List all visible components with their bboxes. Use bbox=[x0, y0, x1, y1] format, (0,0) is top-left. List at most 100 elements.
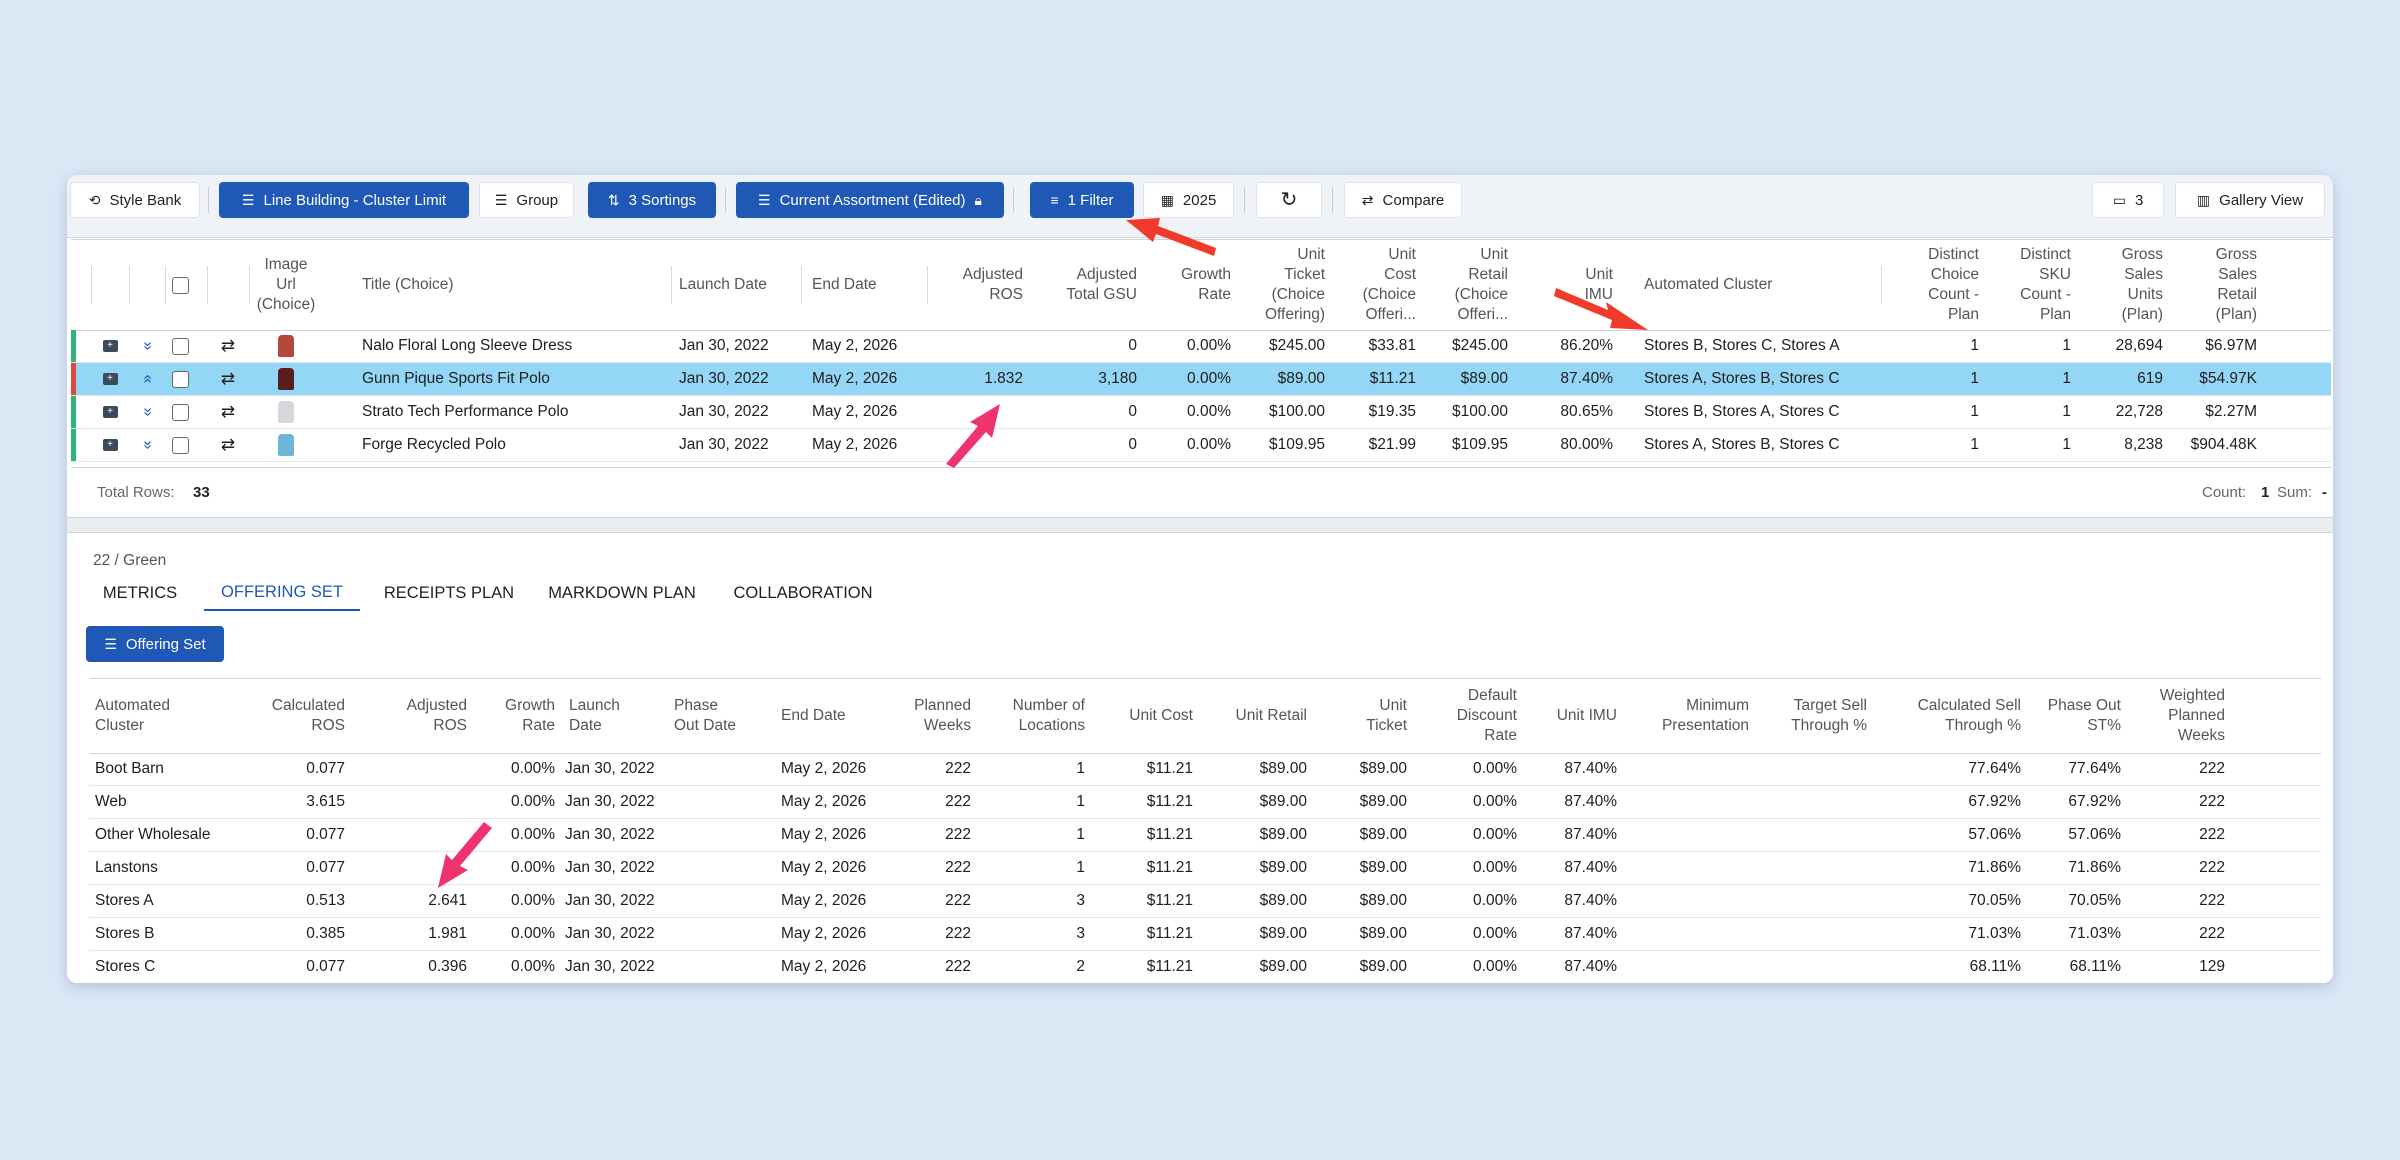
tab-offering-set[interactable]: OFFERING SET bbox=[204, 575, 360, 611]
cell-discount[interactable]: 0.00% bbox=[1413, 951, 1523, 983]
swap-icon[interactable]: ⇄ bbox=[207, 330, 249, 362]
cell-phase-out[interactable] bbox=[668, 885, 768, 917]
col-calculated-sell-through[interactable]: Calculated Sell Through % bbox=[1873, 679, 2027, 753]
cell-calc-ros[interactable]: 0.077 bbox=[209, 951, 351, 983]
col-phase-out-date[interactable]: Phase Out Date bbox=[668, 679, 768, 753]
cell-ticket[interactable]: $245.00 bbox=[1241, 330, 1333, 362]
cell-retail[interactable]: $89.00 bbox=[1199, 951, 1313, 983]
cell-growth[interactable]: 0.00% bbox=[473, 852, 561, 884]
add-comment-icon[interactable]: + bbox=[91, 429, 129, 461]
cell-min-pres[interactable] bbox=[1623, 918, 1755, 950]
cell-retail[interactable]: $89.00 bbox=[1199, 786, 1313, 818]
panel-resize-handle[interactable] bbox=[67, 517, 2333, 533]
cell-weighted[interactable]: 222 bbox=[2127, 885, 2231, 917]
col-adjusted-ros[interactable]: Adjusted ROS bbox=[929, 240, 1031, 330]
cell-phase-out[interactable] bbox=[668, 852, 768, 884]
cell-adj-ros[interactable] bbox=[929, 330, 1031, 362]
cell-end[interactable]: May 2, 2026 bbox=[804, 330, 924, 362]
cell-choice[interactable]: 1 bbox=[1897, 363, 1987, 395]
expand-icon[interactable]: » bbox=[129, 396, 165, 428]
cell-adj-gsu[interactable]: 0 bbox=[1037, 429, 1145, 461]
cell-imu[interactable]: 87.40% bbox=[1523, 819, 1623, 851]
cell-phase-st[interactable]: 67.92% bbox=[2027, 786, 2127, 818]
tab-collaboration[interactable]: COLLABORATION bbox=[719, 575, 887, 611]
cell-launch[interactable]: Jan 30, 2022 bbox=[671, 330, 801, 362]
cell-launch[interactable]: Jan 30, 2022 bbox=[559, 753, 669, 785]
cell-cluster[interactable]: Stores A, Stores B, Stores C bbox=[1636, 363, 1896, 395]
cell-sku[interactable]: 1 bbox=[1989, 330, 2079, 362]
cell-calc-st[interactable]: 71.03% bbox=[1873, 918, 2027, 950]
style-bank-button[interactable]: ⟲ Style Bank bbox=[70, 182, 200, 218]
col-launch-date[interactable]: Launch Date bbox=[671, 240, 801, 330]
cell-choice[interactable]: 1 bbox=[1897, 330, 1987, 362]
cell-weighted[interactable]: 222 bbox=[2127, 786, 2231, 818]
cell-choice[interactable]: 1 bbox=[1897, 396, 1987, 428]
cell-imu[interactable]: 87.40% bbox=[1523, 852, 1623, 884]
filter-button[interactable]: ≡ 1 Filter bbox=[1030, 182, 1134, 218]
cell-title[interactable]: Forge Recycled Polo bbox=[354, 429, 654, 461]
line-building-button[interactable]: ☰ Line Building - Cluster Limit bbox=[219, 182, 469, 218]
cell-launch[interactable]: Jan 30, 2022 bbox=[559, 852, 669, 884]
col-adjusted-ros[interactable]: Adjusted ROS bbox=[351, 679, 473, 753]
cell-calc-ros[interactable]: 0.077 bbox=[209, 852, 351, 884]
cell-weighted[interactable]: 222 bbox=[2127, 819, 2231, 851]
cell-sku[interactable]: 1 bbox=[1989, 363, 2079, 395]
cell-target-st[interactable] bbox=[1755, 852, 1873, 884]
table-row[interactable]: Lanstons 0.077 0.00% Jan 30, 2022 May 2, 202… bbox=[89, 852, 2321, 885]
cell-title[interactable]: Nalo Floral Long Sleeve Dress bbox=[354, 330, 654, 362]
col-calculated-ros[interactable]: Calculated ROS bbox=[209, 679, 351, 753]
col-gross-units[interactable]: Gross Sales Units (Plan) bbox=[2081, 240, 2171, 330]
cell-title[interactable]: Gunn Pique Sports Fit Polo bbox=[354, 363, 654, 395]
cell-growth[interactable]: 0.00% bbox=[473, 786, 561, 818]
cell-locations[interactable]: 1 bbox=[979, 786, 1091, 818]
cell-retail[interactable]: $89.00 bbox=[1199, 753, 1313, 785]
cell-adj-gsu[interactable]: 0 bbox=[1037, 396, 1145, 428]
cell-adj-ros[interactable]: 1.981 bbox=[351, 918, 473, 950]
cell-discount[interactable]: 0.00% bbox=[1413, 852, 1523, 884]
cell-weeks[interactable]: 222 bbox=[879, 918, 977, 950]
cell-ticket[interactable]: $89.00 bbox=[1313, 753, 1413, 785]
cell-imu[interactable]: 87.40% bbox=[1523, 951, 1623, 983]
cell-imu[interactable]: 86.20% bbox=[1519, 330, 1621, 362]
cell-cost[interactable]: $19.35 bbox=[1336, 396, 1424, 428]
cell-end[interactable]: May 2, 2026 bbox=[775, 918, 885, 950]
cell-gross[interactable]: $6.97M bbox=[2173, 330, 2265, 362]
cell-target-st[interactable] bbox=[1755, 918, 1873, 950]
col-unit-imu[interactable]: Unit IMU bbox=[1519, 240, 1621, 330]
cell-adj-ros[interactable]: 1.832 bbox=[929, 363, 1031, 395]
select-all-checkbox[interactable] bbox=[169, 240, 191, 330]
cell-target-st[interactable] bbox=[1755, 885, 1873, 917]
cell-min-pres[interactable] bbox=[1623, 819, 1755, 851]
sortings-button[interactable]: ⇅ 3 Sortings bbox=[588, 182, 716, 218]
cell-units[interactable]: 8,238 bbox=[2081, 429, 2171, 461]
cell-phase-st[interactable]: 70.05% bbox=[2027, 885, 2127, 917]
cell-cost[interactable]: $33.81 bbox=[1336, 330, 1424, 362]
cell-calc-ros[interactable]: 0.385 bbox=[209, 918, 351, 950]
cell-weighted[interactable]: 222 bbox=[2127, 852, 2231, 884]
col-growth-rate[interactable]: Growth Rate bbox=[1149, 240, 1239, 330]
cell-units[interactable]: 22,728 bbox=[2081, 396, 2171, 428]
cell-cost[interactable]: $11.21 bbox=[1091, 753, 1199, 785]
gallery-view-button[interactable]: ▥ Gallery View bbox=[2175, 182, 2325, 218]
cell-cost[interactable]: $11.21 bbox=[1091, 885, 1199, 917]
cell-ticket[interactable]: $89.00 bbox=[1313, 786, 1413, 818]
cell-phase-out[interactable] bbox=[668, 786, 768, 818]
cell-discount[interactable]: 0.00% bbox=[1413, 786, 1523, 818]
cell-phase-out[interactable] bbox=[668, 753, 768, 785]
cell-imu[interactable]: 87.40% bbox=[1523, 918, 1623, 950]
col-end-date[interactable]: End Date bbox=[804, 240, 924, 330]
cell-cost[interactable]: $21.99 bbox=[1336, 429, 1424, 461]
cell-launch[interactable]: Jan 30, 2022 bbox=[671, 363, 801, 395]
col-gross-retail[interactable]: Gross Sales Retail (Plan) bbox=[2173, 240, 2265, 330]
cell-cluster[interactable]: Stores B, Stores A, Stores C bbox=[1636, 396, 1896, 428]
expand-icon[interactable]: » bbox=[129, 429, 165, 461]
add-comment-icon[interactable]: + bbox=[91, 330, 129, 362]
col-weighted-weeks[interactable]: Weighted Planned Weeks bbox=[2127, 679, 2231, 753]
expand-icon[interactable]: » bbox=[129, 330, 165, 362]
cell-locations[interactable]: 3 bbox=[979, 918, 1091, 950]
cell-units[interactable]: 28,694 bbox=[2081, 330, 2171, 362]
cell-locations[interactable]: 2 bbox=[979, 951, 1091, 983]
cell-launch[interactable]: Jan 30, 2022 bbox=[559, 786, 669, 818]
cell-phase-st[interactable]: 71.86% bbox=[2027, 852, 2127, 884]
cell-min-pres[interactable] bbox=[1623, 951, 1755, 983]
